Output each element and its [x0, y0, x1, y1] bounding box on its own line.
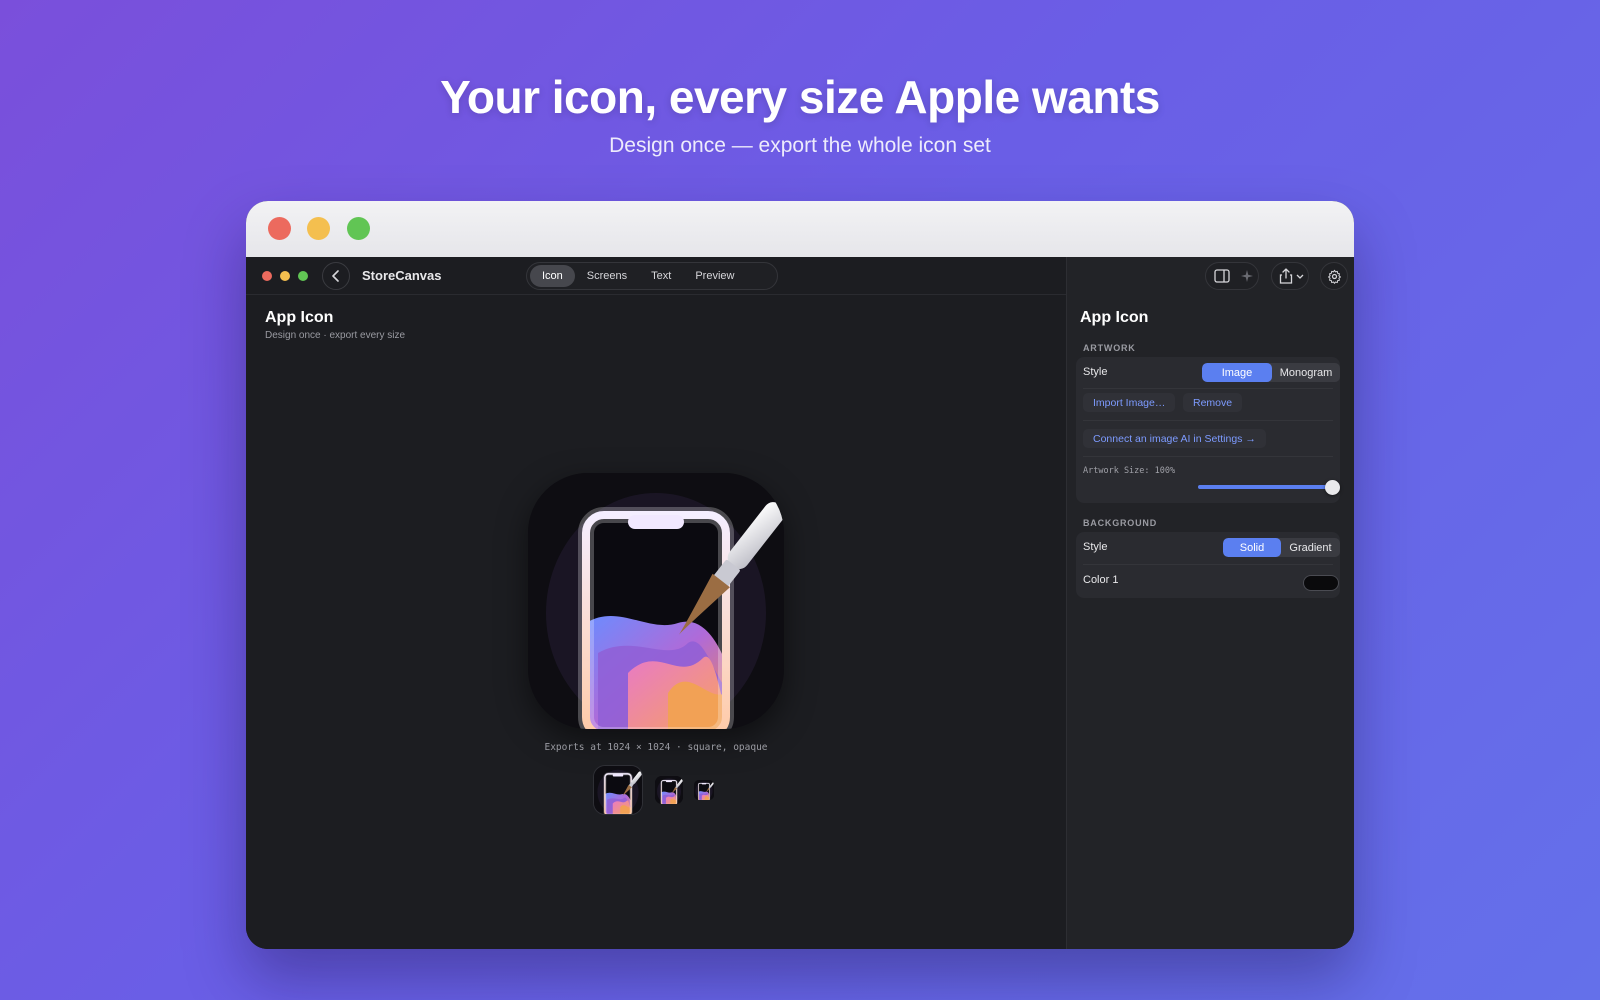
color-1-well[interactable] [1303, 575, 1339, 591]
hero-title: Your icon, every size Apple wants [440, 71, 1160, 123]
background-style-label: Style [1083, 541, 1108, 553]
artwork-style-segmented: Image Monogram [1202, 363, 1340, 382]
artwork-size-slider-thumb[interactable] [1325, 480, 1340, 495]
share-icon [1279, 268, 1293, 284]
window-titlebar [246, 201, 1354, 257]
import-image-button[interactable]: Import Image… [1083, 393, 1176, 412]
row-divider [1083, 388, 1333, 389]
thumbnail-medium[interactable] [655, 776, 683, 804]
close-window-button[interactable] [268, 217, 291, 240]
canvas-area: StoreCanvas Icon Screens Text Preview Ap… [246, 257, 1066, 949]
background-style-solid[interactable]: Solid [1223, 538, 1281, 557]
app-icon-preview[interactable] [528, 473, 784, 729]
app-content: StoreCanvas Icon Screens Text Preview Ap… [246, 257, 1354, 949]
zoom-window-button[interactable] [347, 217, 370, 240]
sidebar-tools-group [1205, 262, 1259, 290]
background-style-segmented: Solid Gradient [1223, 538, 1340, 557]
paintbrush-phone-artwork [528, 473, 784, 729]
chevron-down-icon [1296, 274, 1304, 279]
chevron-left-icon [332, 270, 339, 282]
tab-preview[interactable]: Preview [683, 265, 746, 287]
remove-image-button[interactable]: Remove [1183, 393, 1243, 412]
back-button[interactable] [322, 262, 350, 290]
icon-thumbnail-art [694, 780, 714, 800]
tab-text[interactable]: Text [639, 265, 683, 287]
background-section-label: BACKGROUND [1083, 518, 1157, 528]
export-caption: Exports at 1024 × 1024 · square, opaque [544, 742, 768, 753]
tab-icon[interactable]: Icon [530, 265, 575, 287]
app-window: StoreCanvas Icon Screens Text Preview Ap… [246, 201, 1354, 949]
canvas-subtitle: Design once · export every size [265, 330, 406, 341]
artwork-card: Style Image Monogram Import Image… Remov… [1076, 357, 1340, 503]
inspector-panel: App Icon ARTWORK Style Image Monogram Im… [1067, 257, 1354, 949]
inspector-toolbar [1067, 257, 1354, 295]
share-menu-button[interactable] [1271, 262, 1309, 290]
artwork-style-image[interactable]: Image [1202, 363, 1272, 382]
gear-icon [1328, 269, 1341, 284]
artwork-style-monogram[interactable]: Monogram [1272, 363, 1340, 382]
inner-minimize-button[interactable] [280, 271, 290, 281]
inner-zoom-button[interactable] [298, 271, 308, 281]
connect-image-ai-link[interactable]: Connect an image AI in Settings → [1083, 429, 1266, 448]
inspector-title: App Icon [1080, 309, 1149, 326]
artwork-section-label: ARTWORK [1083, 343, 1136, 353]
hero-subtitle: Design once — export the whole icon set [609, 134, 991, 157]
row-divider [1083, 456, 1333, 457]
canvas-title: App Icon [265, 309, 334, 326]
artwork-size-label: Artwork Size: 100% [1083, 466, 1176, 476]
row-divider [1083, 564, 1333, 565]
app-name: StoreCanvas [362, 268, 442, 283]
row-divider [1083, 420, 1333, 421]
icon-thumbnail-art [655, 776, 683, 804]
icon-thumbnail-art [594, 766, 642, 814]
minimize-window-button[interactable] [307, 217, 330, 240]
mode-tabs: Icon Screens Text Preview [526, 262, 778, 290]
artwork-style-label: Style [1083, 366, 1108, 378]
thumbnail-large[interactable] [593, 765, 643, 815]
sparkle-icon[interactable] [1240, 269, 1254, 283]
inner-close-button[interactable] [262, 271, 272, 281]
background-card: Style Solid Gradient Color 1 [1076, 532, 1340, 598]
main-toolbar: StoreCanvas Icon Screens Text Preview [246, 257, 1066, 295]
background-style-gradient[interactable]: Gradient [1281, 538, 1340, 557]
color-1-label: Color 1 [1083, 574, 1119, 586]
thumbnail-small[interactable] [694, 780, 714, 800]
artwork-size-slider[interactable] [1198, 485, 1332, 489]
sidebar-toggle-icon[interactable] [1214, 269, 1230, 283]
tab-screens[interactable]: Screens [575, 265, 639, 287]
settings-button[interactable] [1320, 262, 1348, 290]
